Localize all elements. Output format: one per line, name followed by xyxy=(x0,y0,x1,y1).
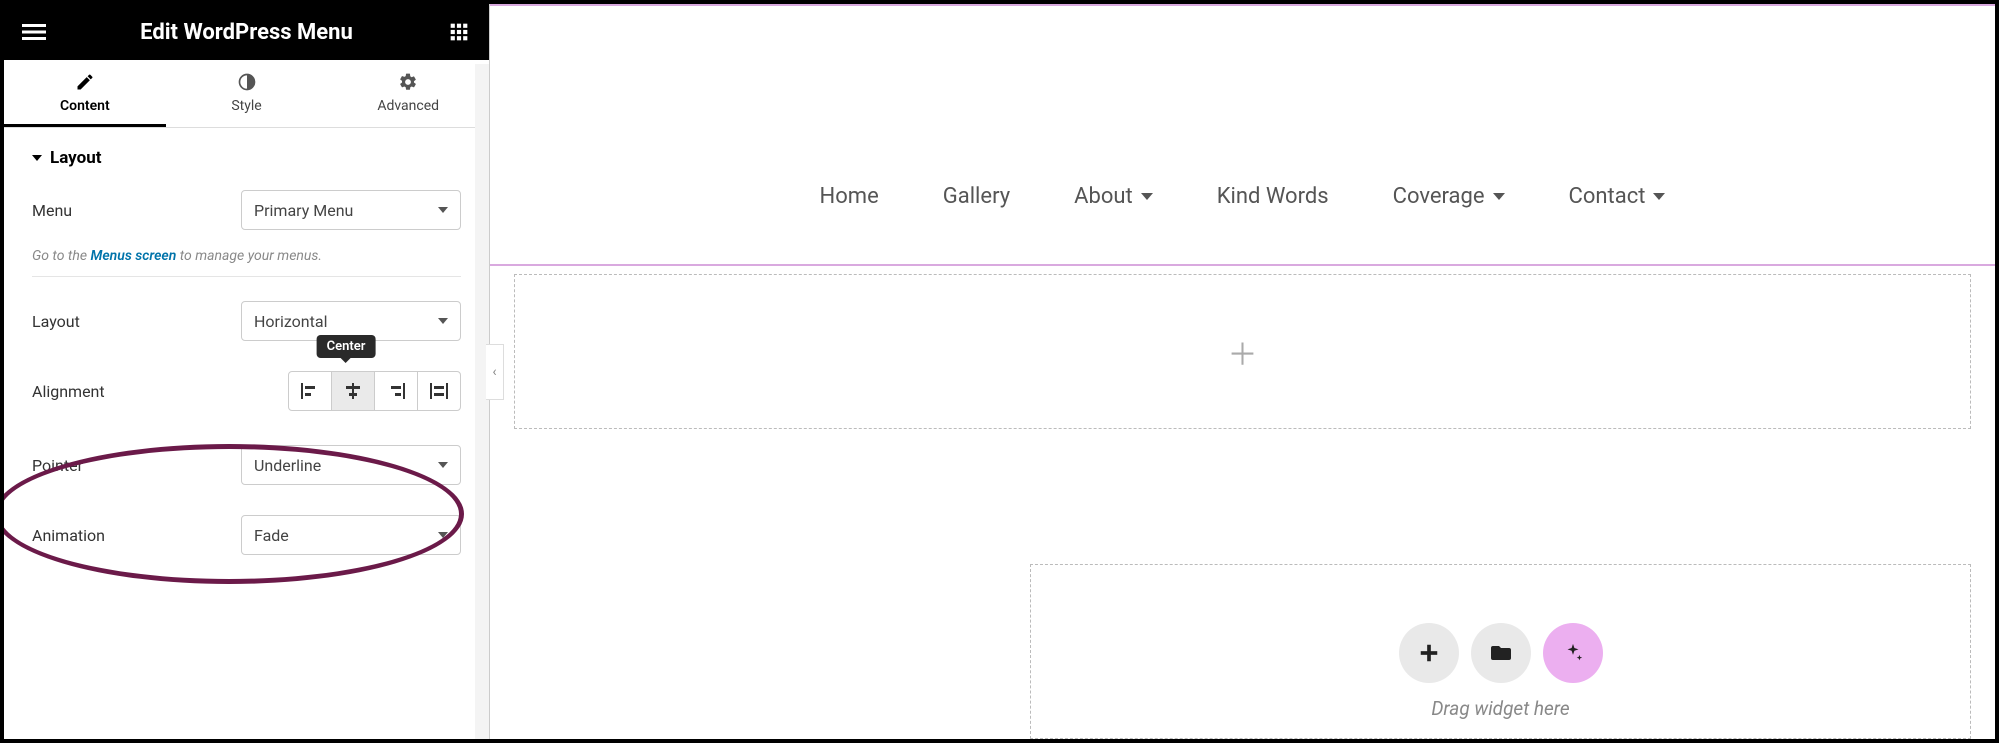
select-value: Horizontal xyxy=(254,312,327,331)
widget-drop-zone[interactable]: Drag widget here xyxy=(1030,564,1971,739)
collapse-sidebar-handle[interactable]: ‹ xyxy=(486,344,504,400)
preview-canvas: Home Gallery About Kind Words Coverage C… xyxy=(490,4,1995,739)
field-label: Alignment xyxy=(32,382,105,401)
select-value: Fade xyxy=(254,526,289,545)
selected-widget[interactable]: Home Gallery About Kind Words Coverage C… xyxy=(490,4,1995,266)
field-layout: Layout Horizontal xyxy=(32,301,461,341)
field-menu: Menu Primary Menu xyxy=(32,190,461,230)
section-layout-toggle[interactable]: Layout xyxy=(32,148,461,168)
drop-hint: Drag widget here xyxy=(1431,697,1569,720)
chevron-down-icon xyxy=(1141,193,1153,200)
align-center-icon xyxy=(344,383,362,399)
select-value: Underline xyxy=(254,456,321,475)
panel-title: Edit WordPress Menu xyxy=(52,20,441,45)
alignment-group xyxy=(288,371,461,411)
select-value: Primary Menu xyxy=(254,201,353,220)
field-pointer: Pointer Underline xyxy=(32,445,461,485)
align-left-button[interactable] xyxy=(288,371,332,411)
menu-select[interactable]: Primary Menu xyxy=(241,190,461,230)
nav-item-kind-words[interactable]: Kind Words xyxy=(1217,184,1329,209)
field-label: Pointer xyxy=(32,456,83,475)
apps-grid-icon[interactable] xyxy=(441,14,477,50)
field-alignment: Alignment xyxy=(32,371,461,411)
pencil-icon xyxy=(75,72,95,92)
section-title: Layout xyxy=(50,148,101,168)
nav-item-coverage[interactable]: Coverage xyxy=(1393,184,1505,209)
plus-icon: ＋ xyxy=(1228,330,1258,374)
widget-buttons xyxy=(1399,623,1603,683)
align-right-button[interactable] xyxy=(374,371,418,411)
tooltip-center: Center xyxy=(317,335,376,358)
contrast-icon xyxy=(237,72,257,92)
folder-button[interactable] xyxy=(1471,623,1531,683)
ai-sparkle-button[interactable] xyxy=(1543,623,1603,683)
align-justify-icon xyxy=(430,383,448,399)
align-center-button[interactable] xyxy=(331,371,375,411)
help-text: Go to the Menus screen to manage your me… xyxy=(32,248,461,264)
add-widget-button[interactable] xyxy=(1399,623,1459,683)
chevron-left-icon: ‹ xyxy=(492,364,496,380)
plus-icon xyxy=(1418,642,1440,664)
add-section-zone[interactable]: ＋ xyxy=(514,274,1971,429)
chevron-down-icon xyxy=(438,318,448,324)
editor-topbar: Edit WordPress Menu xyxy=(4,4,489,60)
field-label: Menu xyxy=(32,201,72,220)
align-justify-button[interactable] xyxy=(417,371,461,411)
folder-icon xyxy=(1489,641,1513,665)
menus-screen-link[interactable]: Menus screen xyxy=(90,248,176,264)
scrollbar-track[interactable] xyxy=(475,64,489,739)
hamburger-icon[interactable] xyxy=(16,14,52,50)
align-left-icon xyxy=(301,383,319,399)
gear-icon xyxy=(398,72,418,92)
divider xyxy=(32,276,461,277)
sparkle-icon xyxy=(1562,642,1584,664)
tab-content[interactable]: Content xyxy=(4,60,166,127)
editor-sidebar: Edit WordPress Menu Content Style Advanc… xyxy=(4,4,490,739)
tab-advanced[interactable]: Advanced xyxy=(327,60,489,127)
tab-style[interactable]: Style xyxy=(166,60,328,127)
field-animation: Animation Fade xyxy=(32,515,461,555)
chevron-down-icon xyxy=(1653,193,1665,200)
field-label: Layout xyxy=(32,312,80,331)
nav-item-home[interactable]: Home xyxy=(820,184,879,209)
pointer-select[interactable]: Underline xyxy=(241,445,461,485)
nav-item-gallery[interactable]: Gallery xyxy=(943,184,1010,209)
preview-nav-menu: Home Gallery About Kind Words Coverage C… xyxy=(490,6,1995,264)
chevron-down-icon xyxy=(438,532,448,538)
chevron-down-icon xyxy=(1493,193,1505,200)
tab-label: Advanced xyxy=(377,98,439,114)
chevron-down-icon xyxy=(438,207,448,213)
editor-tabs: Content Style Advanced xyxy=(4,60,489,128)
tab-label: Content xyxy=(60,98,110,114)
nav-item-about[interactable]: About xyxy=(1074,184,1153,209)
chevron-down-icon xyxy=(438,462,448,468)
chevron-down-icon xyxy=(32,155,42,161)
content-panel: Layout Menu Primary Menu Go to the Menus… xyxy=(4,128,489,593)
field-label: Animation xyxy=(32,526,105,545)
nav-item-contact[interactable]: Contact xyxy=(1569,184,1666,209)
align-right-icon xyxy=(387,383,405,399)
tab-label: Style xyxy=(231,98,261,114)
animation-select[interactable]: Fade xyxy=(241,515,461,555)
